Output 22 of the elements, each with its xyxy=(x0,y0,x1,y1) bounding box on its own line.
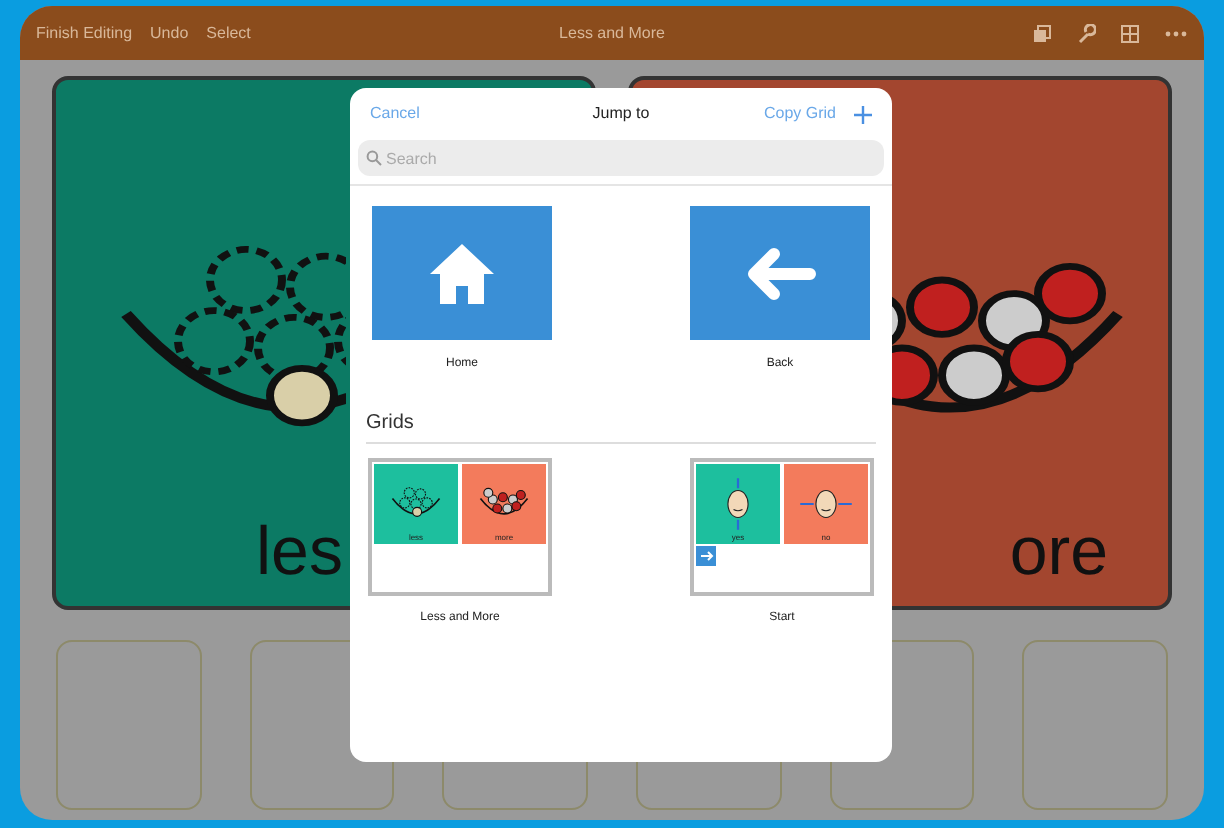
toolbar-button[interactable]: Undo xyxy=(150,21,189,45)
more-icon[interactable] xyxy=(1164,29,1188,37)
cell-label: les xyxy=(256,518,343,586)
cancel-button[interactable]: Cancel xyxy=(370,102,420,126)
left-arrow-icon xyxy=(744,245,816,301)
back-tile[interactable] xyxy=(690,206,870,340)
wrench-icon[interactable] xyxy=(1076,23,1096,43)
search-field[interactable]: Search xyxy=(358,140,884,176)
link-icon xyxy=(696,546,716,566)
section-heading: Grids xyxy=(366,408,876,444)
board-title: Less and More xyxy=(559,21,665,45)
copy-icon[interactable] xyxy=(1032,23,1052,43)
toolbar-button[interactable]: Select xyxy=(206,21,251,45)
search-icon xyxy=(366,150,382,166)
cell-label: ore xyxy=(1009,518,1108,586)
plus-icon[interactable] xyxy=(854,105,872,123)
empty-cell[interactable] xyxy=(56,640,202,810)
grid-icon[interactable] xyxy=(1120,23,1140,43)
toolbar-button[interactable]: Finish Editing xyxy=(36,21,133,45)
copy-grid-button[interactable]: Copy Grid xyxy=(763,102,836,126)
home-tile[interactable] xyxy=(372,206,552,340)
empty-cell[interactable] xyxy=(1022,640,1169,810)
